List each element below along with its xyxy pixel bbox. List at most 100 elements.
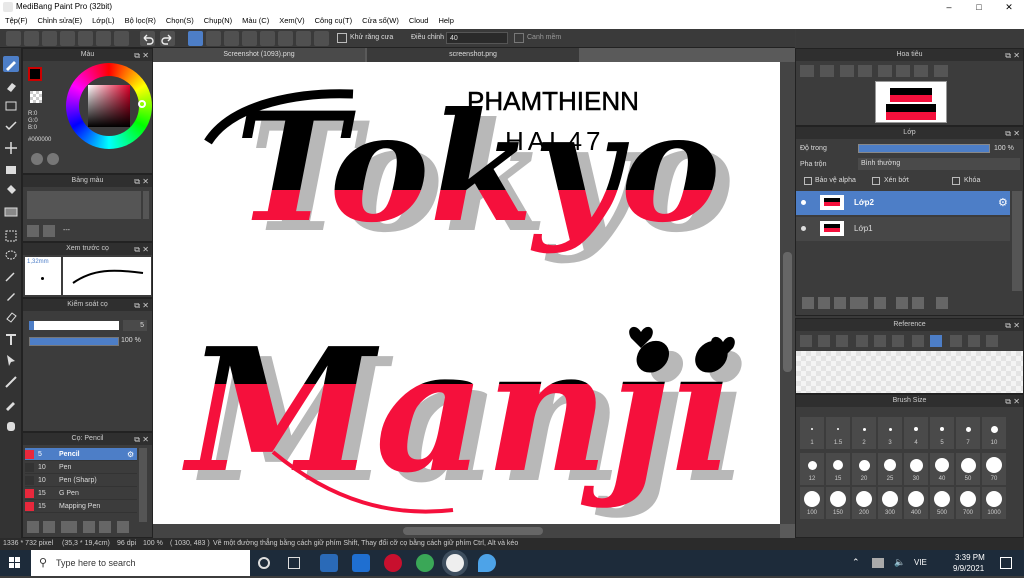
network-icon[interactable]: [872, 558, 884, 568]
visibility-icon[interactable]: [801, 226, 806, 231]
redo-icon[interactable]: [160, 31, 175, 46]
menu-cloud[interactable]: Cloud: [404, 14, 434, 27]
snap-checkbox[interactable]: [514, 33, 524, 43]
rotate-reset-icon[interactable]: [896, 65, 910, 77]
layer-folder-icon[interactable]: [874, 297, 886, 309]
brush-size-option[interactable]: 1.5: [826, 417, 850, 449]
new-palette-icon[interactable]: [27, 225, 39, 237]
volume-icon[interactable]: 🔈: [894, 557, 905, 568]
layer-row-1[interactable]: Lớp1: [796, 217, 1010, 241]
reference-rotate-right-icon[interactable]: [968, 335, 980, 347]
menu-filter[interactable]: Bộ lọc(R): [120, 14, 161, 27]
color-picker-icon[interactable]: [31, 153, 43, 165]
rotate-right-icon[interactable]: [914, 65, 928, 77]
delete-layer-icon[interactable]: [936, 297, 948, 309]
bucket-tool-icon[interactable]: [3, 182, 19, 198]
brush-size-option[interactable]: 7: [956, 417, 980, 449]
brush-window-icon[interactable]: [117, 521, 129, 533]
snap-grid-icon[interactable]: [224, 31, 239, 46]
tab-screenshot[interactable]: screenshot.png: [367, 48, 579, 62]
brush-size-option[interactable]: 30: [904, 453, 928, 485]
eraser-tool-icon[interactable]: [3, 78, 19, 94]
pages-icon[interactable]: [96, 31, 111, 46]
flip-icon[interactable]: [934, 65, 948, 77]
canvas[interactable]: PHAMTHIENN HAL47 Tokyo Tokyo Tokyo Manji…: [153, 62, 780, 524]
fit-icon[interactable]: [840, 65, 854, 77]
brush-opacity-slider[interactable]: [29, 337, 119, 346]
panel-close-icon[interactable]: ✕: [142, 434, 149, 446]
brush-folder-icon[interactable]: [43, 521, 55, 533]
layer-scrollbar[interactable]: [1012, 191, 1022, 291]
brush-size-option[interactable]: 20: [852, 453, 876, 485]
page-layout-icon[interactable]: [114, 31, 129, 46]
reference-rotate-left-icon[interactable]: [950, 335, 962, 347]
tray-chevron-icon[interactable]: ⌃: [852, 557, 860, 568]
panel-close-icon[interactable]: ✕: [142, 50, 149, 62]
actual-size-icon[interactable]: [858, 65, 872, 77]
brush-size-option[interactable]: 40: [930, 453, 954, 485]
menu-color[interactable]: Màu (C): [237, 14, 274, 27]
reference-fit-icon[interactable]: [874, 335, 886, 347]
task-view-icon[interactable]: [288, 557, 300, 569]
duplicate-layer-icon[interactable]: [896, 297, 908, 309]
palette-area[interactable]: [27, 191, 141, 219]
panel-close-icon[interactable]: ✕: [1013, 320, 1020, 332]
snap-off-icon[interactable]: [188, 31, 203, 46]
wand-tool-icon[interactable]: [3, 268, 19, 284]
rotate-left-icon[interactable]: [878, 65, 892, 77]
panel-close-icon[interactable]: ✕: [1013, 50, 1020, 62]
saturation-square[interactable]: [88, 85, 130, 127]
snap-radial-icon[interactable]: [242, 31, 257, 46]
add-8bit-layer-icon[interactable]: [834, 297, 846, 309]
fill-rect-icon[interactable]: [3, 162, 19, 178]
brush-size-option[interactable]: 300: [878, 487, 902, 519]
snap-circle-icon[interactable]: [278, 31, 293, 46]
panel-close-icon[interactable]: ✕: [142, 244, 149, 256]
select-pen-icon[interactable]: [3, 288, 19, 304]
primary-color-swatch[interactable]: [28, 67, 42, 81]
brush-settings-icon[interactable]: ⚙: [127, 450, 134, 459]
brush-item[interactable]: 15 Mapping Pen: [25, 500, 137, 513]
browser-icon[interactable]: [416, 554, 434, 572]
secondary-color-swatch[interactable]: [30, 91, 42, 103]
reference-open-icon[interactable]: [818, 335, 830, 347]
add-halftone-layer-icon[interactable]: [818, 297, 830, 309]
zoom-out-icon[interactable]: [820, 65, 834, 77]
minimize-icon[interactable]: –: [934, 0, 964, 14]
medibang-taskbar-icon[interactable]: [478, 554, 496, 572]
menu-window[interactable]: Cửa sổ(W): [357, 14, 404, 27]
panel-close-icon[interactable]: ✕: [1013, 396, 1020, 408]
color-mode-icon[interactable]: [47, 153, 59, 165]
brush-size-option[interactable]: 10: [982, 417, 1006, 449]
move-tool-icon[interactable]: [3, 140, 19, 156]
brush-size-option[interactable]: 15: [826, 453, 850, 485]
panel-close-icon[interactable]: ✕: [1013, 128, 1020, 140]
language-indicator[interactable]: VIE: [914, 558, 927, 567]
visibility-icon[interactable]: [801, 200, 806, 205]
chrome-icon[interactable]: [446, 554, 464, 572]
brush-item[interactable]: 10 Pen: [25, 461, 137, 474]
reference-flip-icon[interactable]: [986, 335, 998, 347]
brush-size-option[interactable]: 1: [800, 417, 824, 449]
delete-palette-icon[interactable]: [43, 225, 55, 237]
opera-icon[interactable]: [384, 554, 402, 572]
maximize-icon[interactable]: □: [964, 0, 994, 14]
brush-menu-icon[interactable]: [61, 521, 77, 533]
menu-file[interactable]: Tệp(F): [0, 14, 33, 27]
cortana-icon[interactable]: [258, 557, 270, 569]
tab-screenshot-1093[interactable]: Screenshot (1093).png: [153, 48, 365, 62]
zoom-in-icon[interactable]: [800, 65, 814, 77]
menu-help[interactable]: Help: [433, 14, 458, 27]
menu-select[interactable]: Chọn(S): [161, 14, 199, 27]
hand-tool-icon[interactable]: [3, 418, 19, 434]
hue-wheel[interactable]: [66, 63, 152, 149]
antialias-checkbox[interactable]: [337, 33, 347, 43]
merge-layer-icon[interactable]: [912, 297, 924, 309]
brush-size-option[interactable]: 4: [904, 417, 928, 449]
snap-perspective-icon[interactable]: [260, 31, 275, 46]
brush-size-option[interactable]: 2: [852, 417, 876, 449]
snap-curve-icon[interactable]: [296, 31, 311, 46]
snap-settings-icon[interactable]: [314, 31, 329, 46]
layer-opacity-slider[interactable]: [858, 144, 990, 153]
windows-start-icon[interactable]: [0, 550, 30, 576]
